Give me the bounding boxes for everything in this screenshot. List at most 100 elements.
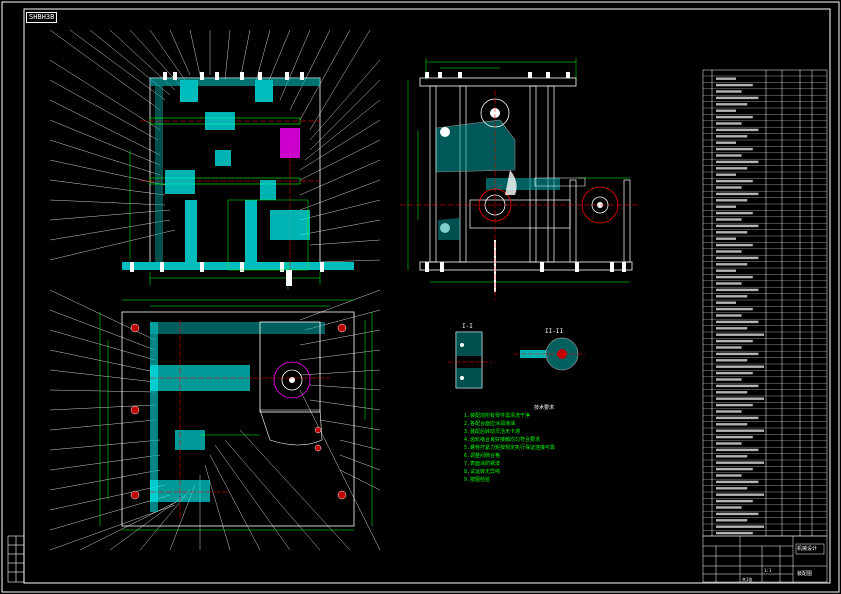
- parts-list-row-text-mark: [716, 282, 742, 285]
- parts-list-row-text-mark: [716, 403, 753, 407]
- parts-list-row-text-mark: [716, 435, 753, 439]
- notes-title: 技术要求: [534, 405, 555, 411]
- parts-list-row-text-mark: [716, 237, 736, 240]
- parts-list-row-text-mark: [716, 218, 742, 221]
- parts-list-row-text-mark: [716, 199, 748, 202]
- parts-list-row-text-mark: [716, 371, 753, 375]
- drawing-stamp: SHBH3B: [26, 12, 58, 23]
- parts-list-row-text-mark: [716, 397, 764, 400]
- parts-list-rows: [703, 75, 827, 535]
- note-line: 8.试运转无异响: [464, 469, 501, 475]
- parts-list-row-text-mark: [716, 327, 748, 330]
- parts-list-row-text-mark: [716, 205, 736, 208]
- section-view-b: [514, 337, 585, 371]
- parts-list-row-text-mark: [716, 531, 753, 535]
- parts-list-row-text-mark: [716, 288, 759, 292]
- parts-list-row-text-mark: [716, 103, 748, 106]
- note-line: 1.装配前所有零件需清洗干净: [464, 413, 531, 419]
- parts-list-row-text-mark: [716, 365, 764, 368]
- parts-list-row-text-mark: [716, 307, 753, 311]
- parts-list-row-text-mark: [716, 224, 759, 228]
- technical-notes: 技术要求 1.装配前所有零件需清洗干净 2.各配合面应涂润滑油 3.装配后转动灵…: [464, 404, 555, 484]
- title-block-scale: 1:1: [764, 568, 772, 573]
- parts-list-row-text-mark: [716, 192, 759, 196]
- parts-list-row-text-mark: [716, 160, 759, 164]
- parts-list-row-text-mark: [716, 320, 759, 324]
- parts-list-row-text-mark: [716, 448, 759, 452]
- side-view: [400, 58, 640, 300]
- section-b-label: II-II: [545, 328, 564, 335]
- parts-list-row-text-mark: [716, 301, 736, 304]
- parts-list-row-text-mark: [716, 179, 753, 183]
- parts-list-row-text-mark: [716, 461, 764, 464]
- parts-list-row-text-mark: [716, 96, 759, 100]
- note-line: 7.表面涂防锈漆: [464, 461, 501, 467]
- parts-list-row-text-mark: [716, 480, 759, 484]
- parts-list-row-text-mark: [716, 167, 748, 170]
- parts-list-row-text-mark: [716, 128, 759, 132]
- parts-list-row-text-mark: [716, 141, 736, 144]
- title-block-drawing-name: 装配图: [797, 571, 813, 577]
- parts-list-row-text-mark: [716, 416, 759, 420]
- parts-list-row-text-mark: [716, 243, 753, 247]
- note-line: 4.齿轮啮合良好接触均匀符合要求: [464, 437, 541, 443]
- parts-list-row-text-mark: [716, 391, 748, 394]
- parts-list-row-text-mark: [716, 275, 753, 279]
- parts-list-row-text-mark: [716, 173, 736, 176]
- sheet-outer-border: [1, 1, 840, 593]
- parts-list-row-text-mark: [716, 333, 764, 336]
- section-a-label: I-I: [462, 323, 473, 330]
- parts-list-row-text-mark: [716, 250, 742, 253]
- parts-list-row-text-mark: [716, 352, 759, 356]
- parts-list-row-text-mark: [716, 147, 753, 151]
- title-block-sheet: 共1张: [742, 577, 753, 582]
- note-line: 5.螺栓拧紧力矩按规定执行保证连接可靠: [464, 445, 556, 451]
- parts-list-row-text-mark: [716, 154, 742, 157]
- parts-list-row-text-mark: [716, 231, 748, 234]
- section-view-a: [448, 331, 492, 389]
- parts-list-row-text-mark: [716, 77, 736, 80]
- plan-view: [49, 289, 381, 551]
- note-line: 3.装配后转动灵活无卡滞: [464, 429, 521, 435]
- parts-list-row-text-mark: [716, 519, 748, 522]
- parts-list-row-text-mark: [716, 506, 742, 509]
- title-block-company: 机械设计: [797, 546, 818, 552]
- note-line: 6.调整间隙合格: [464, 453, 501, 459]
- parts-list-row-text-mark: [716, 429, 764, 432]
- parts-list-row-text-mark: [716, 493, 764, 496]
- note-line: 9.按图检验: [464, 477, 491, 483]
- parts-list-row-text-mark: [716, 211, 753, 215]
- note-line: 2.各配合面应涂润滑油: [464, 421, 516, 427]
- parts-list-row-text-mark: [716, 410, 742, 413]
- parts-list-row-text-mark: [716, 467, 753, 471]
- parts-list-row-text-mark: [716, 442, 742, 445]
- parts-list-row-text-mark: [716, 339, 753, 343]
- parts-list-row-text-mark: [716, 135, 748, 138]
- parts-list-row-text-mark: [716, 256, 759, 260]
- parts-list-row-text-mark: [716, 122, 742, 125]
- parts-list-row-text-mark: [716, 423, 748, 426]
- parts-list-row-text-mark: [716, 186, 742, 189]
- parts-list-row-text-mark: [716, 487, 748, 490]
- parts-list-row-text-mark: [716, 269, 736, 272]
- parts-list-row-text-mark: [716, 263, 748, 266]
- parts-list-row-text-mark: [716, 512, 759, 516]
- parts-list-row-text-mark: [716, 474, 742, 477]
- parts-list-row-text-mark: [716, 109, 736, 112]
- parts-list-row-text-mark: [716, 455, 748, 458]
- front-section-view: [49, 29, 381, 290]
- parts-list-row-text-mark: [716, 384, 759, 388]
- revision-strip: [7, 535, 25, 583]
- parts-list-row-text-mark: [716, 359, 748, 362]
- parts-list-row-text-mark: [716, 346, 742, 349]
- parts-list-row-text-mark: [716, 90, 742, 93]
- parts-list-row-text-mark: [716, 499, 753, 503]
- parts-list-row-text-mark: [716, 295, 748, 298]
- parts-list-row-text-mark: [716, 525, 764, 528]
- parts-list-row-text-mark: [716, 115, 753, 119]
- engineering-drawing-canvas: [1, 1, 840, 593]
- parts-list-row-text-mark: [716, 83, 753, 87]
- parts-list-row-text-mark: [716, 378, 742, 381]
- leader-lines-top: [49, 29, 381, 263]
- parts-list-row-text-mark: [716, 314, 742, 317]
